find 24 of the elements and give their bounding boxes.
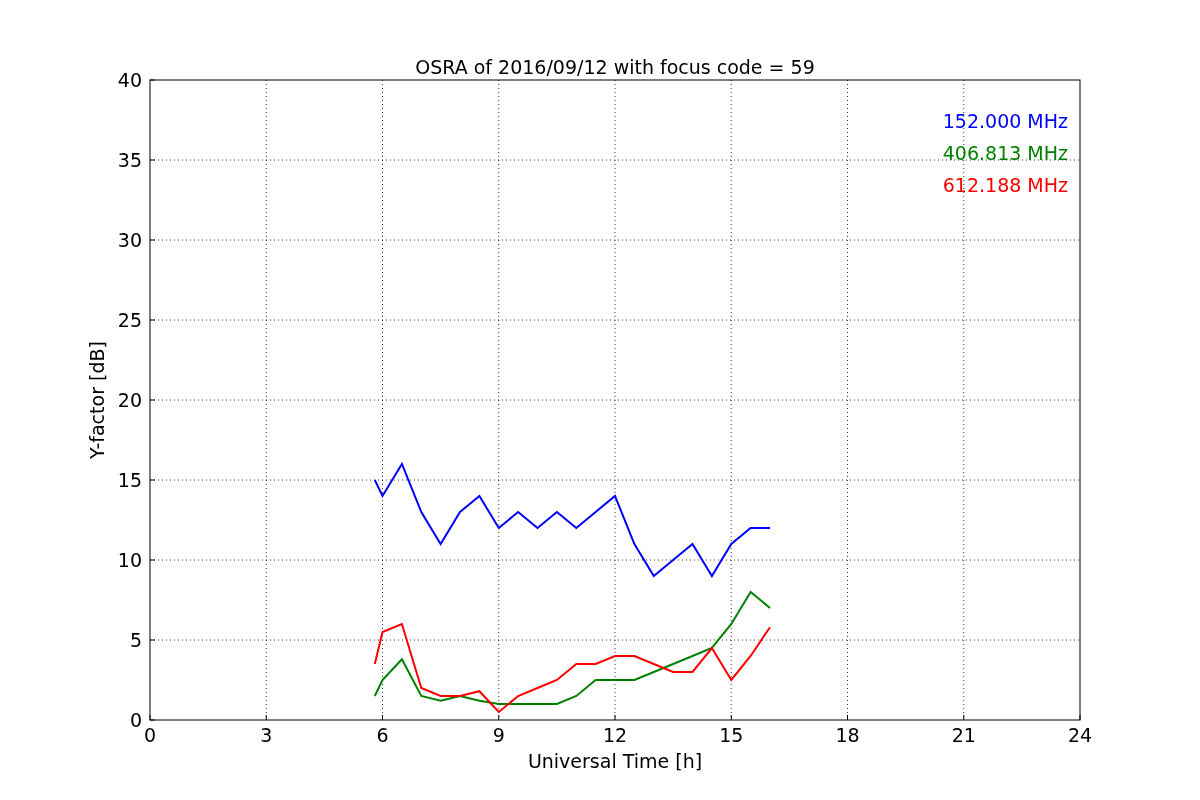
tick-label: 15 bbox=[117, 469, 142, 491]
y-axis-label: Y-factor [dB] bbox=[86, 341, 108, 459]
tick-label: 3 bbox=[260, 724, 273, 746]
tick-label: 0 bbox=[129, 709, 142, 731]
tick-label: 18 bbox=[835, 724, 860, 746]
tick-label: 40 bbox=[117, 69, 142, 91]
tick-label: 21 bbox=[951, 724, 976, 746]
x-axis-label: Universal Time [h] bbox=[527, 750, 703, 772]
legend-label: 612.188 MHz bbox=[942, 174, 1068, 196]
tick-label: 24 bbox=[1067, 724, 1093, 746]
tick-label: 35 bbox=[117, 149, 142, 171]
tick-label: 20 bbox=[117, 389, 142, 411]
tick-label: 5 bbox=[129, 629, 142, 651]
tick-label: 30 bbox=[117, 229, 142, 251]
tick-label: 15 bbox=[719, 724, 744, 746]
tick-label: 10 bbox=[117, 549, 142, 571]
tick-label: 9 bbox=[492, 724, 505, 746]
legend-label: 406.813 MHz bbox=[942, 142, 1068, 164]
tick-label: 0 bbox=[143, 724, 157, 746]
tick-label: 25 bbox=[117, 309, 142, 331]
tick-label: 12 bbox=[602, 724, 628, 746]
legend-label: 152.000 MHz bbox=[942, 110, 1068, 132]
tick-label: 6 bbox=[376, 724, 389, 746]
chart-title: OSRA of 2016/09/12 with focus code = 59 bbox=[415, 56, 815, 78]
